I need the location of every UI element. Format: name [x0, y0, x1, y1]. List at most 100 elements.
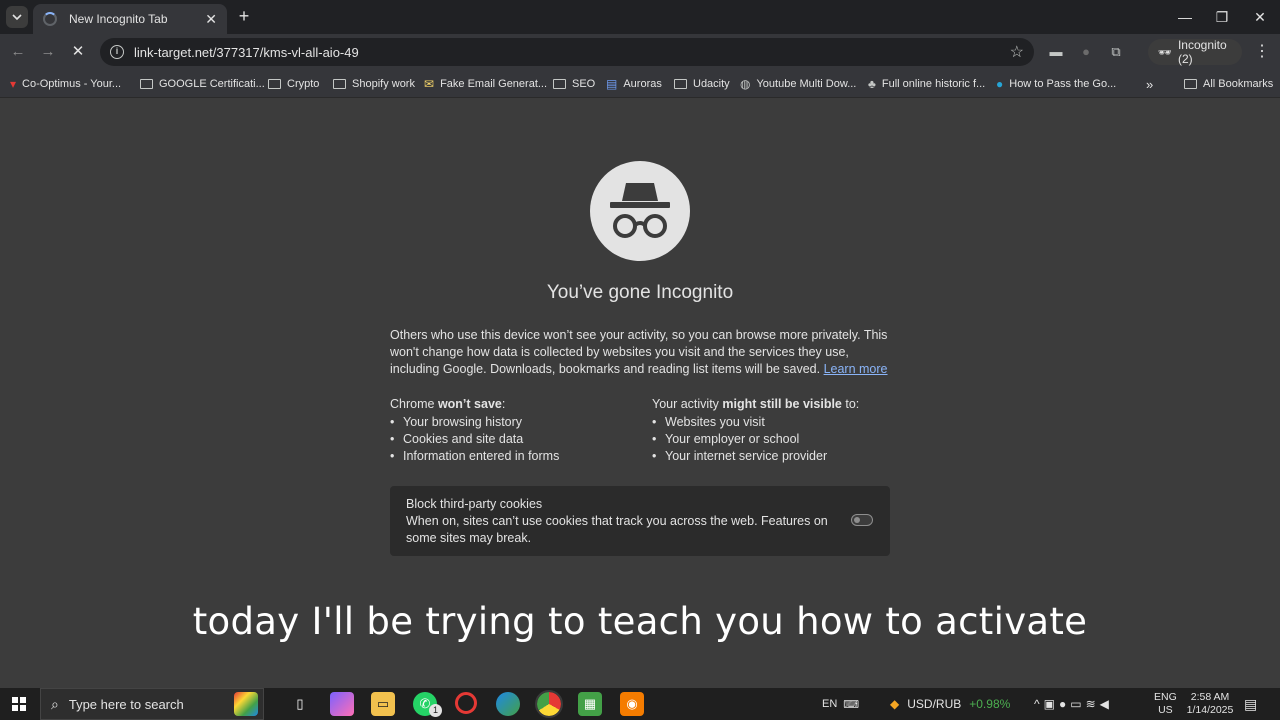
block-cookies-toggle[interactable]: [851, 514, 873, 526]
chevron-up-icon[interactable]: ^: [1034, 697, 1044, 711]
cookies-description: When on, sites can’t use cookies that tr…: [406, 514, 828, 545]
bookmark-folder[interactable]: GOOGLE Certificati...: [140, 75, 265, 93]
still-visible-section: Your activity might still be visible to:…: [652, 397, 859, 465]
all-bookmarks-label: All Bookmarks: [1203, 78, 1274, 90]
usb-icon[interactable]: ▣: [1044, 697, 1059, 711]
all-bookmarks-button[interactable]: All Bookmarks: [1184, 75, 1273, 93]
battery-icon[interactable]: ▭: [1070, 697, 1085, 711]
restore-button[interactable]: ❐: [1211, 6, 1233, 28]
extensions-puzzle-icon[interactable]: ⧉: [1108, 44, 1124, 60]
windows-start-icon[interactable]: [12, 697, 26, 711]
loading-spinner-icon: [43, 12, 57, 26]
bookmark-star-icon[interactable]: ☆: [1010, 42, 1024, 62]
bookmark-item[interactable]: ▤ Auroras: [606, 75, 662, 93]
bookmark-label: Auroras: [623, 78, 662, 90]
bookmark-item[interactable]: ▾ Co-Optimus - Your...: [10, 75, 121, 93]
excel-icon[interactable]: ▦: [578, 692, 602, 716]
list-item: Your browsing history: [390, 414, 559, 431]
ime-indicator[interactable]: ENG US: [1154, 688, 1177, 720]
site-favicon-icon: ✉: [424, 77, 435, 91]
new-tab-button[interactable]: +: [234, 6, 254, 26]
wont-save-heading: Chrome won’t save:: [390, 397, 506, 411]
copilot-icon[interactable]: [330, 692, 354, 716]
ticker-change: +0.98%: [969, 697, 1011, 711]
recording-app-icon[interactable]: ◉: [620, 692, 644, 716]
url-text[interactable]: link-target.net/377317/kms-vl-all-aio-49: [134, 45, 1010, 60]
bookmark-folder[interactable]: Crypto: [268, 75, 319, 93]
wifi-icon[interactable]: ≋: [1086, 697, 1100, 711]
cast-icon[interactable]: ▬: [1048, 44, 1064, 60]
search-icon: ⌕: [51, 695, 59, 712]
chrome-icon[interactable]: [535, 690, 563, 718]
bookmark-folder[interactable]: Shopify work: [333, 75, 415, 93]
doc-favicon-icon: ▤: [606, 77, 618, 91]
bookmark-label: Full online historic f...: [881, 78, 986, 90]
extension-icon[interactable]: ●: [1078, 44, 1094, 60]
search-placeholder: Type here to search: [68, 696, 184, 712]
incognito-profile-chip[interactable]: 🕶 Incognito (2): [1148, 38, 1242, 66]
taskbar-search[interactable]: ⌕ Type here to search: [40, 688, 264, 720]
currency-widget[interactable]: ◆ USD/RUB +0.98%: [890, 688, 1010, 720]
third-party-cookies-card: Block third-party cookies When on, sites…: [390, 486, 890, 556]
coin-stack-icon: ◆: [890, 697, 900, 711]
incognito-description: Others who use this device won’t see you…: [390, 327, 890, 378]
bookmark-label: SEO: [572, 78, 596, 90]
tab-search-button[interactable]: [6, 6, 28, 28]
folder-icon: [333, 79, 346, 89]
keyboard-icon: ⌨: [843, 698, 860, 711]
learn-more-link[interactable]: Learn more: [824, 362, 888, 376]
clock-time: 2:58 AM: [1190, 691, 1230, 703]
system-tray[interactable]: ^ ▣ ● ▭ ≋ ◀: [1034, 688, 1113, 720]
more-menu-icon[interactable]: ⋮: [1254, 42, 1270, 62]
file-explorer-icon[interactable]: ▭: [371, 692, 395, 716]
bookmark-item[interactable]: ✉ Fake Email Generat...: [424, 75, 547, 93]
incognito-count-label: Incognito (2): [1177, 38, 1227, 66]
edge-icon[interactable]: [496, 692, 520, 716]
globe-icon: ◍: [740, 77, 751, 91]
stop-loading-button[interactable]: ✕: [67, 41, 89, 63]
folder-icon: [268, 79, 281, 89]
folder-icon: [140, 79, 153, 89]
task-view-icon[interactable]: ▯: [288, 692, 312, 716]
bookmark-item[interactable]: ◍ Youtube Multi Dow...: [740, 75, 856, 93]
site-favicon-icon: ▾: [10, 77, 17, 91]
clock-date: 1/14/2025: [1186, 704, 1234, 716]
clock[interactable]: 2:58 AM 1/14/2025: [1186, 688, 1234, 720]
folder-icon: [553, 79, 566, 89]
bookmarks-overflow-button[interactable]: »: [1146, 75, 1153, 93]
bookmark-folder[interactable]: Udacity: [674, 75, 730, 93]
site-info-icon[interactable]: i: [110, 45, 124, 59]
folder-icon: [674, 79, 687, 89]
language-label: EN: [822, 698, 838, 710]
description-text: Others who use this device won’t see you…: [390, 328, 888, 376]
site-favicon-icon: ♣: [868, 77, 876, 91]
back-button[interactable]: ←: [7, 41, 29, 63]
page-title: You’ve gone Incognito: [546, 282, 734, 303]
bookmark-item[interactable]: ♣ Full online historic f...: [868, 75, 985, 93]
bookmark-label: How to Pass the Go...: [1009, 78, 1117, 90]
microphone-icon[interactable]: ●: [1059, 697, 1070, 711]
notification-center-icon[interactable]: ▤: [1244, 688, 1257, 720]
forward-button[interactable]: →: [37, 41, 59, 63]
list-item: Websites you visit: [652, 414, 859, 431]
incognito-mini-icon: 🕶: [1158, 46, 1172, 59]
opera-icon[interactable]: [455, 692, 477, 714]
tab-new-incognito[interactable]: New Incognito Tab ✕: [33, 4, 227, 34]
speaker-icon[interactable]: ◀: [1100, 697, 1113, 711]
folder-icon: [1184, 79, 1197, 89]
language-indicator[interactable]: EN ⌨: [822, 688, 859, 720]
rubiks-cube-icon[interactable]: [234, 692, 258, 716]
close-tab-icon[interactable]: ✕: [205, 11, 217, 28]
bookmarks-bar: ▾ Co-Optimus - Your... GOOGLE Certificat…: [0, 70, 1280, 98]
bookmark-label: Co-Optimus - Your...: [22, 78, 122, 90]
wont-save-section: Chrome won’t save: Your browsing history…: [390, 397, 559, 465]
ime-region: US: [1158, 704, 1173, 716]
close-window-button[interactable]: ✕: [1249, 6, 1271, 28]
address-bar[interactable]: i link-target.net/377317/kms-vl-all-aio-…: [100, 38, 1034, 66]
bookmark-item[interactable]: ● How to Pass the Go...: [996, 75, 1116, 93]
tab-title: New Incognito Tab: [69, 12, 168, 26]
minimize-button[interactable]: —: [1174, 6, 1196, 28]
bookmark-folder[interactable]: SEO: [553, 75, 595, 93]
toggle-knob: [854, 517, 860, 523]
bookmark-label: GOOGLE Certificati...: [159, 78, 265, 90]
